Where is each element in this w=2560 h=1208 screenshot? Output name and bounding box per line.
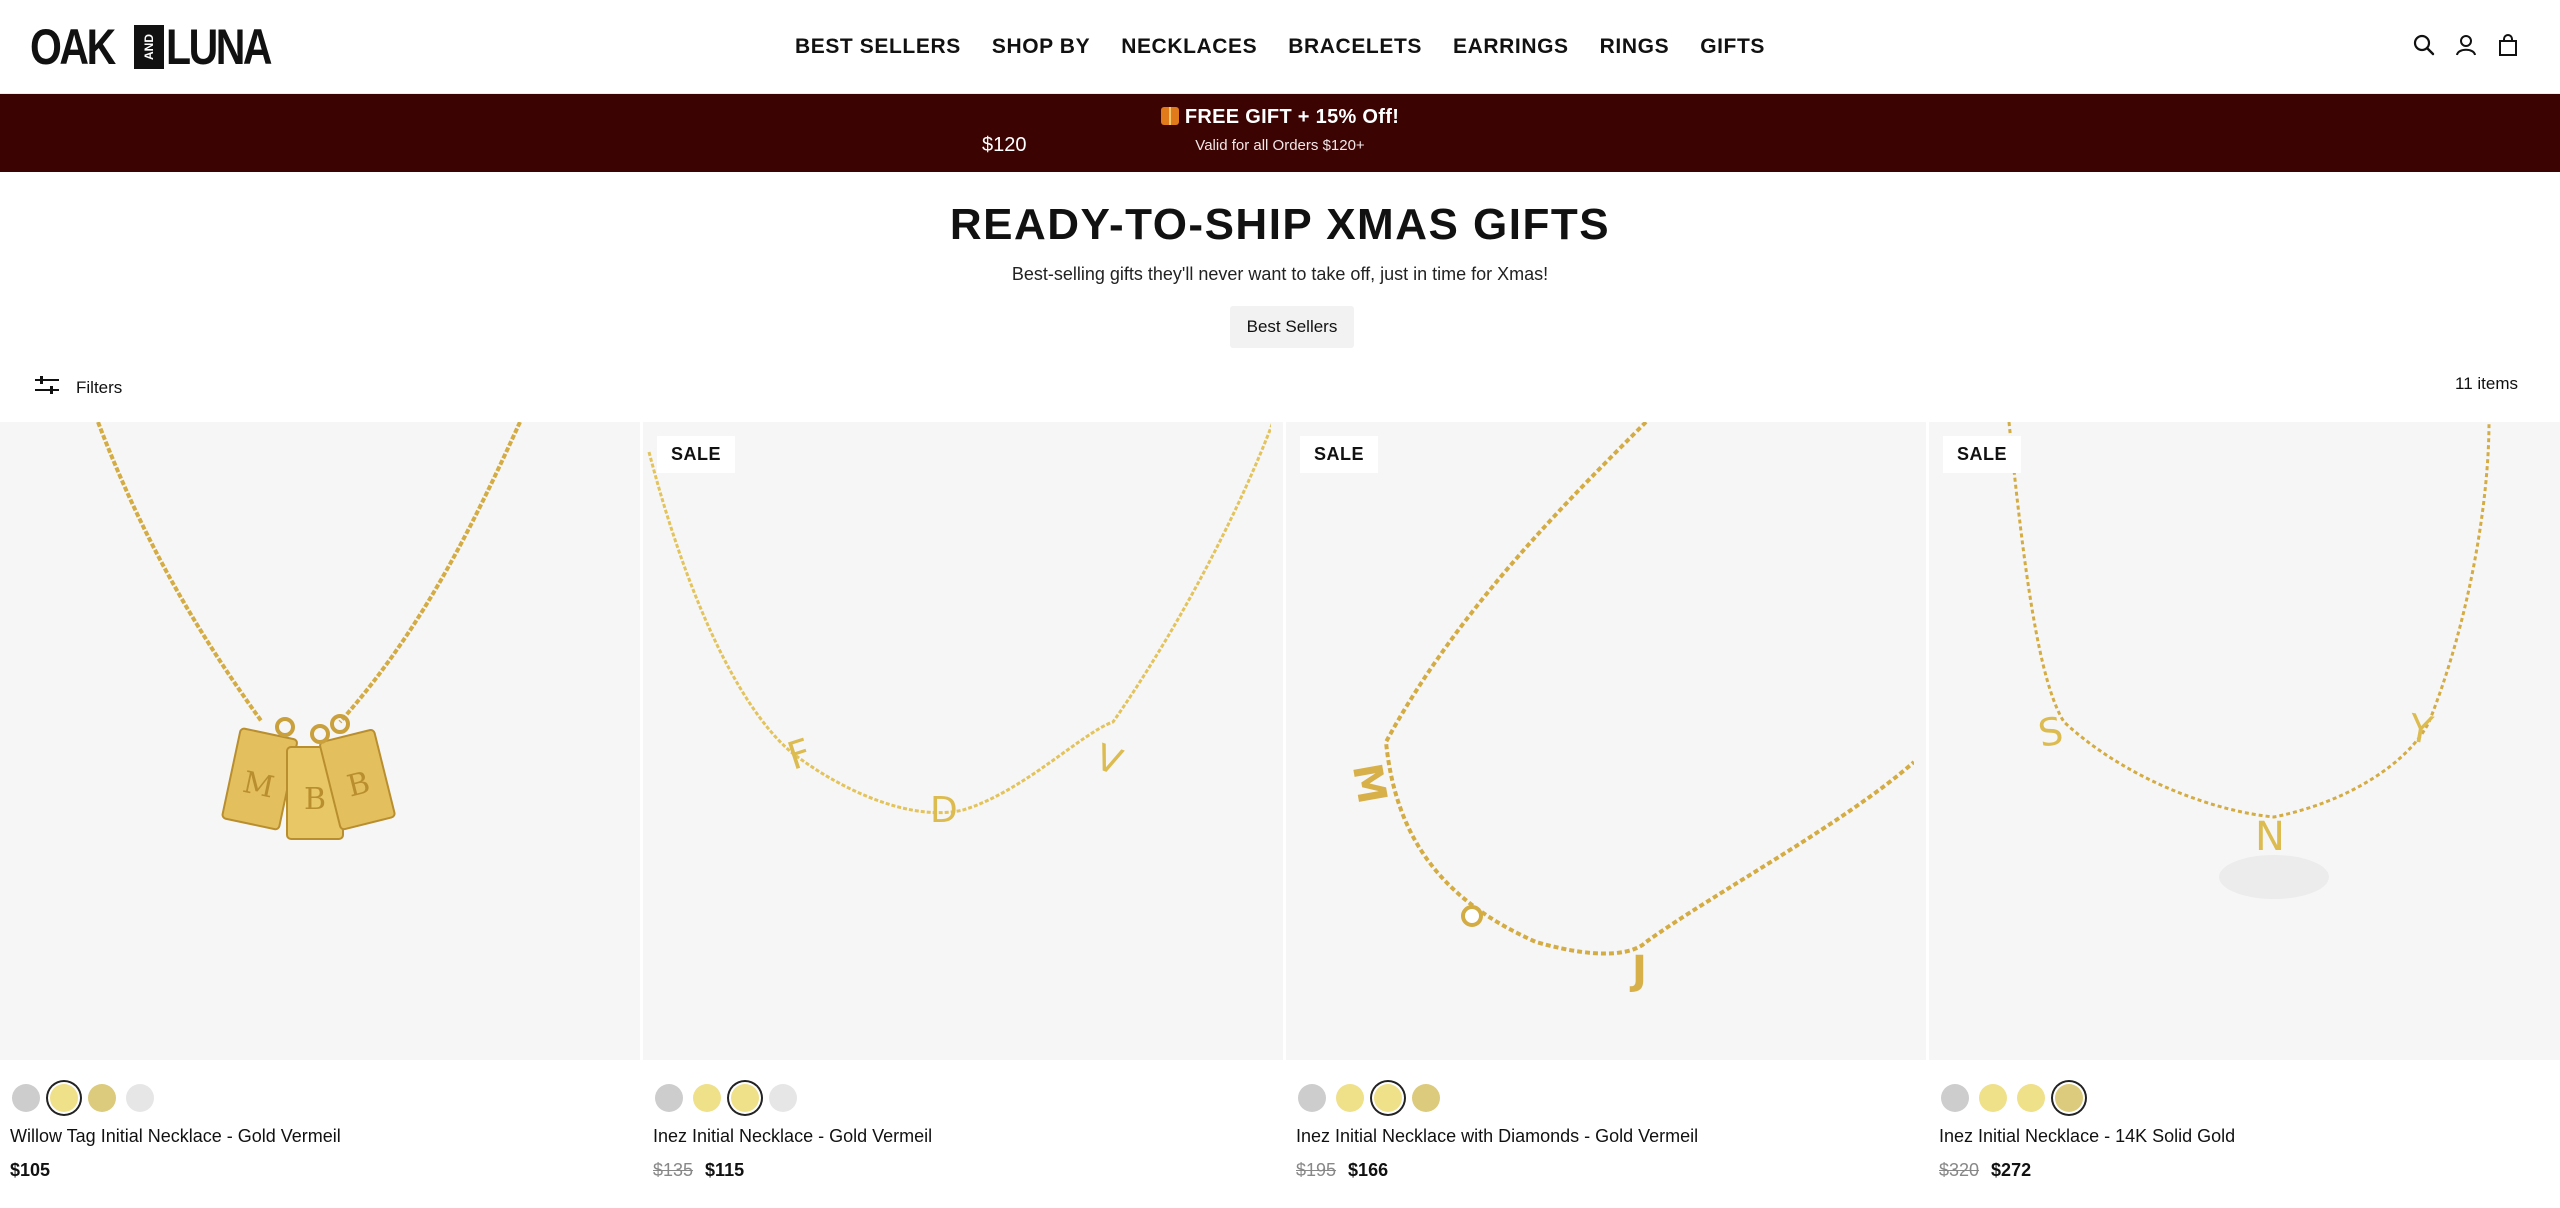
product-name[interactable]: Willow Tag Initial Necklace - Gold Verme… (10, 1126, 341, 1147)
svg-text:J: J (1629, 948, 1647, 994)
sale-badge: SALE (1300, 436, 1379, 473)
price-current: $272 (1991, 1160, 2032, 1180)
swatch-white[interactable] (126, 1084, 154, 1112)
filters-button[interactable]: Filters (34, 374, 122, 401)
nav-shop-by[interactable]: SHOP BY (992, 35, 1090, 59)
header-actions (2412, 33, 2520, 57)
price-original: $320 (1939, 1160, 1980, 1180)
color-swatches (1941, 1084, 2083, 1112)
product-price: $195 $166 (1296, 1160, 1388, 1181)
price-current: $166 (1348, 1160, 1389, 1180)
product-price: $135 $115 (653, 1160, 744, 1181)
swatch-silver[interactable] (655, 1084, 683, 1112)
color-swatches (1298, 1084, 1440, 1112)
account-icon[interactable] (2454, 33, 2478, 57)
product-card[interactable]: F D V SALE Inez Initial Necklace - Gold … (643, 422, 1283, 1208)
gift-icon (1160, 107, 1179, 125)
swatch-gold[interactable] (1979, 1084, 2007, 1112)
swatch-rose-gold[interactable] (1412, 1084, 1440, 1112)
svg-text:M: M (1343, 760, 1395, 807)
color-swatches (12, 1084, 154, 1112)
promo-title-text: FREE GIFT + 15% Off! (1184, 106, 1400, 128)
price-current: $105 (10, 1160, 51, 1180)
page-subtitle: Best-selling gifts they'll never want to… (1011, 264, 1549, 284)
swatch-gold-alt[interactable] (731, 1084, 759, 1112)
nav-rings[interactable]: RINGS (1600, 35, 1670, 59)
color-swatches (655, 1084, 797, 1112)
svg-text:S: S (2035, 708, 2066, 756)
product-price: $105 (10, 1160, 50, 1181)
item-count: 11 items (2455, 374, 2518, 393)
svg-text:N: N (2255, 814, 2285, 860)
nav-best-sellers[interactable]: BEST SELLERS (795, 35, 961, 59)
svg-text:D: D (930, 790, 958, 831)
price-current: $115 (705, 1160, 745, 1180)
swatch-gold[interactable] (693, 1084, 721, 1112)
svg-text:F: F (782, 730, 816, 779)
bag-icon[interactable] (2496, 33, 2520, 57)
price-original: $135 (653, 1160, 694, 1180)
filters-icon (34, 374, 60, 401)
sale-badge: SALE (1943, 436, 2022, 473)
promo-subtitle: Valid for all Orders $120+ (1195, 137, 1365, 154)
swatch-silver[interactable] (1941, 1084, 1969, 1112)
product-image[interactable]: F D V SALE (643, 422, 1283, 1060)
swatch-gold-alt[interactable] (2017, 1084, 2045, 1112)
sale-badge: SALE (657, 436, 736, 473)
product-image[interactable]: M B B (0, 422, 640, 1060)
promo-title: FREE GIFT + 15% Off! (0, 106, 2560, 129)
nav-earrings[interactable]: EARRINGS (1453, 35, 1569, 59)
swatch-rose-gold[interactable] (2055, 1084, 2083, 1112)
search-icon[interactable] (2412, 33, 2436, 57)
swatch-gold-alt[interactable] (1374, 1084, 1402, 1112)
promo-banner[interactable]: FREE GIFT + 15% Off! Valid for all Order… (0, 94, 2560, 172)
product-name[interactable]: Inez Initial Necklace - Gold Vermeil (653, 1126, 932, 1147)
svg-text:B: B (304, 782, 326, 817)
svg-text:V: V (1090, 737, 1128, 784)
svg-text:Y: Y (2404, 705, 2436, 753)
price-original: $195 (1296, 1160, 1337, 1180)
product-image[interactable]: S N Y SALE (1929, 422, 2560, 1060)
product-card[interactable]: S N Y SALE Inez Initial Necklace - 14K S… (1929, 422, 2560, 1208)
swatch-silver[interactable] (12, 1084, 40, 1112)
product-name[interactable]: Inez Initial Necklace - 14K Solid Gold (1939, 1126, 2235, 1147)
main-nav: BEST SELLERS SHOP BY NECKLACES BRACELETS… (0, 0, 2560, 94)
product-card[interactable]: M B B Willow Tag Initial Necklace - Gold… (0, 422, 640, 1208)
swatch-gold[interactable] (1336, 1084, 1364, 1112)
promo-ticker: $120 (982, 134, 1027, 156)
product-image[interactable]: M J SALE (1286, 422, 1926, 1060)
page-title: READY-TO-SHIP XMAS GIFTS (949, 200, 1611, 249)
nav-necklaces[interactable]: NECKLACES (1121, 35, 1257, 59)
swatch-rose-gold[interactable] (88, 1084, 116, 1112)
site-header: OAK AND LUNA BEST SELLERS SHOP BY NECKLA… (0, 0, 2560, 94)
nav-gifts[interactable]: GIFTS (1700, 35, 1765, 59)
swatch-silver[interactable] (1298, 1084, 1326, 1112)
product-price: $320 $272 (1939, 1160, 2031, 1181)
nav-bracelets[interactable]: BRACELETS (1288, 35, 1422, 59)
best-sellers-chip[interactable]: Best Sellers (1230, 306, 1354, 348)
swatch-white[interactable] (769, 1084, 797, 1112)
filters-label: Filters (76, 377, 123, 397)
product-grid: M B B Willow Tag Initial Necklace - Gold… (0, 422, 2560, 1208)
product-card[interactable]: M J SALE Inez Initial Necklace with Diam… (1286, 422, 1926, 1208)
product-name[interactable]: Inez Initial Necklace with Diamonds - Go… (1296, 1126, 1698, 1147)
swatch-gold[interactable] (50, 1084, 78, 1112)
